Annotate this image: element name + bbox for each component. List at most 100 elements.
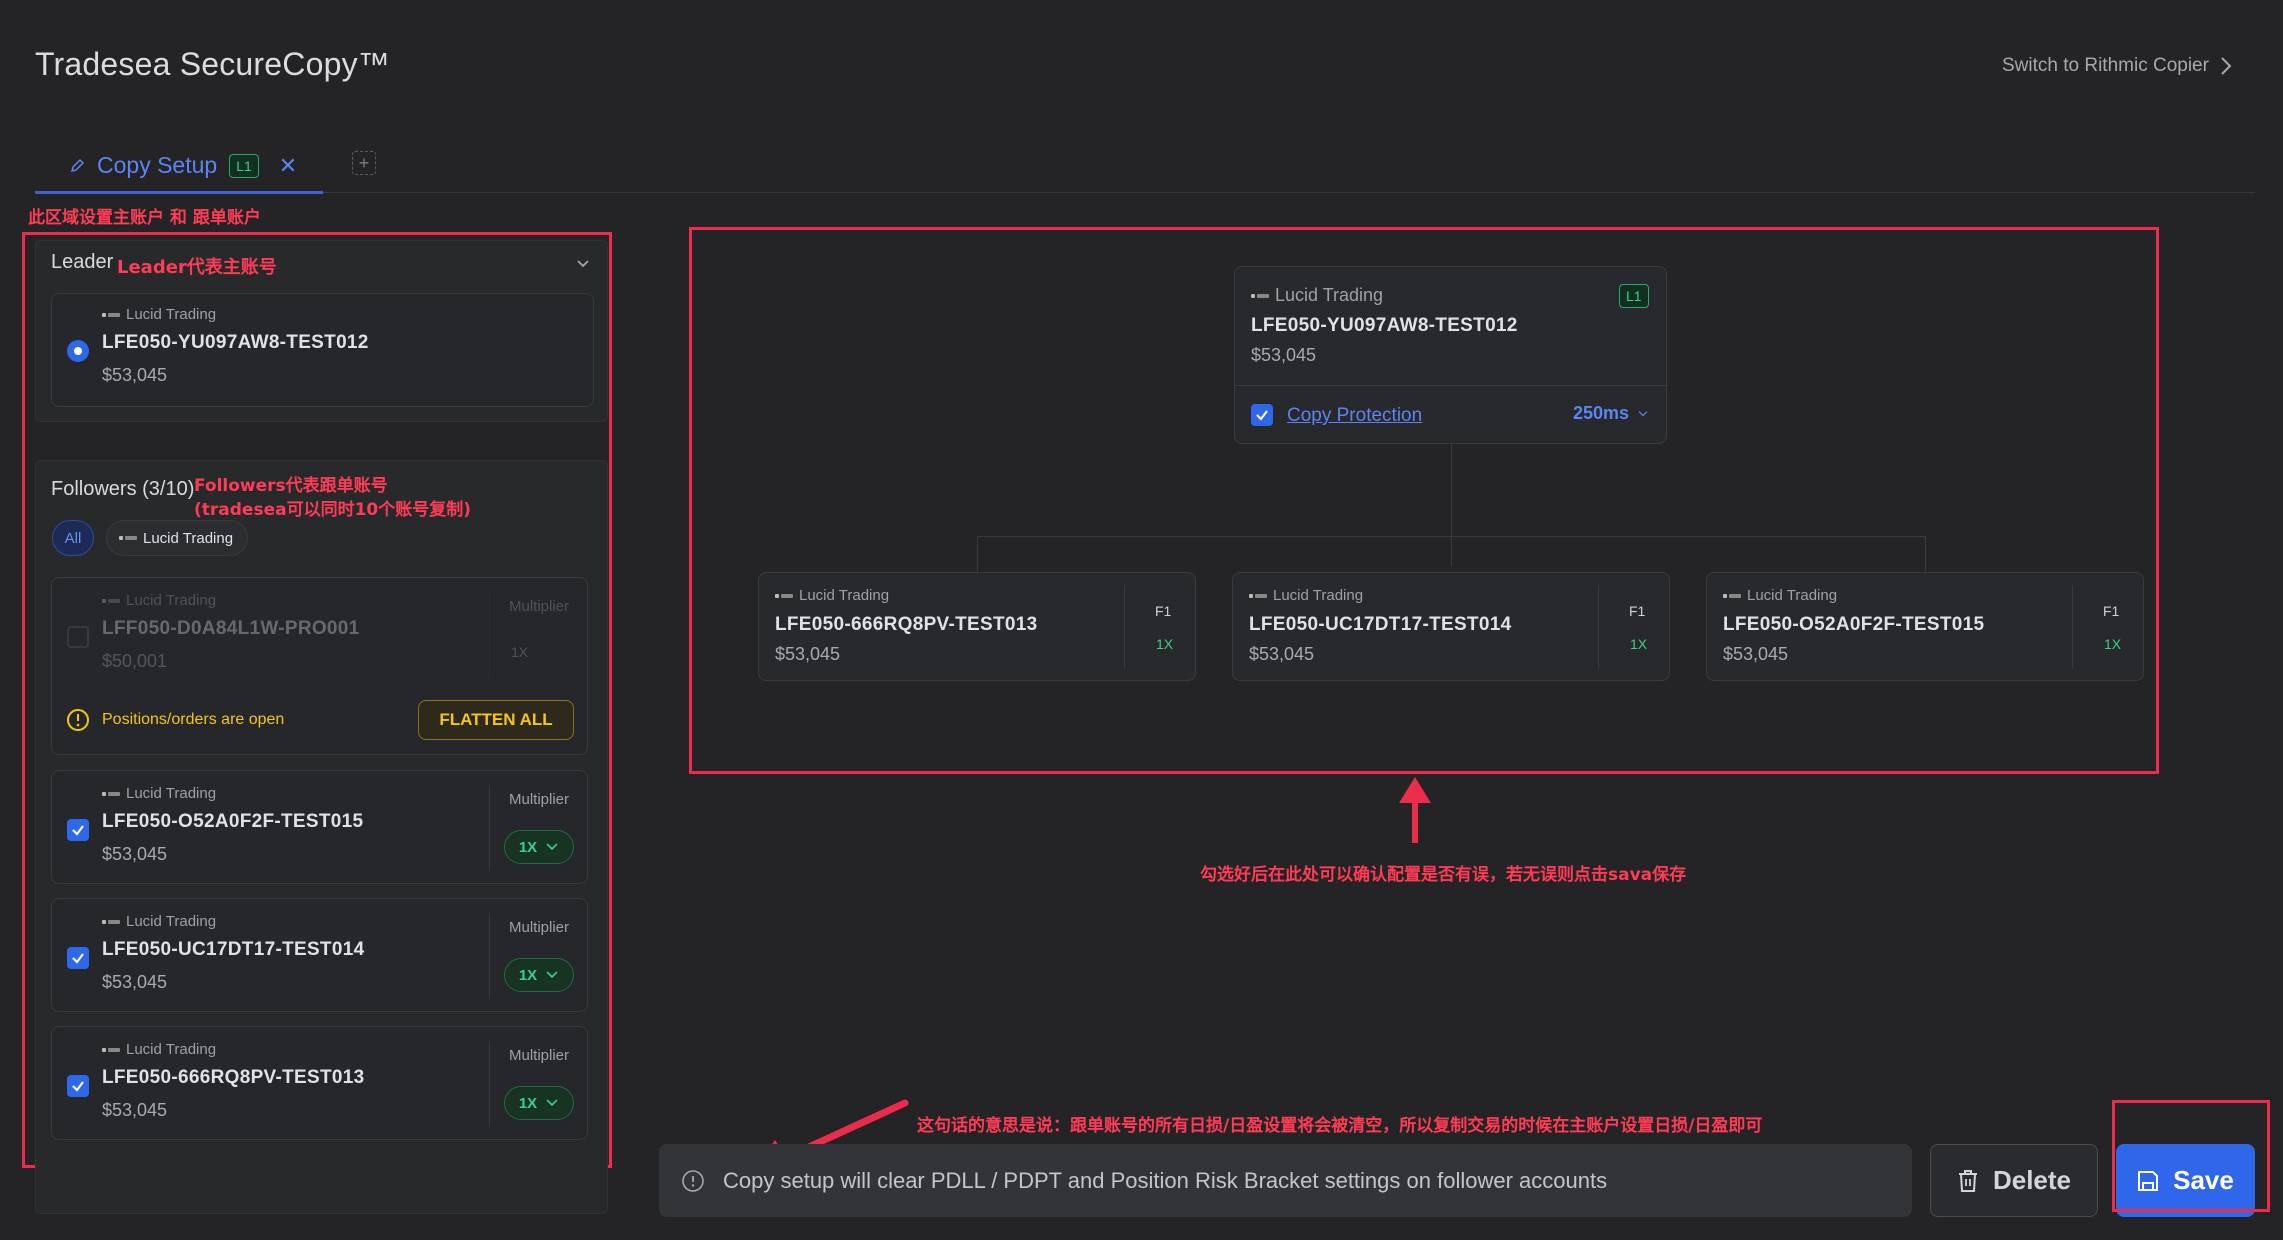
latency-select[interactable]: 250ms: [1573, 403, 1649, 424]
annotation-left-area: 此区域设置主账户 和 跟单账户: [28, 208, 261, 228]
follower-card[interactable]: Lucid Trading LFE050-666RQ8PV-TEST013 $5…: [51, 1026, 588, 1140]
annotation-box-save: [2112, 1100, 2270, 1212]
trash-icon: [1958, 1169, 1977, 1192]
broker-row: Lucid Trading: [1249, 587, 1363, 604]
follower-checkbox[interactable]: [67, 819, 89, 841]
add-tab-icon[interactable]: +: [352, 151, 376, 175]
diagram-follower-node: Lucid Trading LFE050-UC17DT17-TEST014 $5…: [1232, 572, 1670, 681]
annotation-followers-2: (tradesea可以同时10个账号复制): [194, 500, 471, 520]
broker-logo-icon: [102, 1046, 120, 1054]
annotation-confirm: 勾选好后在此处可以确认配置是否有误，若无误则点击sava保存: [1200, 865, 1687, 885]
filter-broker-chip[interactable]: Lucid Trading: [106, 520, 249, 556]
annotation-followers-1: Followers代表跟单账号: [194, 476, 388, 496]
tab-copy-setup[interactable]: Copy Setup L1 ✕: [35, 140, 323, 194]
follower-checkbox[interactable]: [67, 626, 89, 648]
broker-logo-icon: [102, 311, 120, 319]
chevron-down-icon: [546, 843, 558, 851]
broker-name: Lucid Trading: [126, 913, 217, 930]
broker-name: Lucid Trading: [1273, 587, 1364, 604]
close-icon[interactable]: ✕: [279, 153, 297, 179]
account-balance: $50,001: [102, 651, 168, 671]
broker-row: Lucid Trading: [1251, 285, 1383, 306]
broker-row: Lucid Trading: [102, 785, 216, 802]
follower-card[interactable]: Lucid Trading LFE050-O52A0F2F-TEST015 $5…: [51, 770, 588, 884]
broker-logo-icon: [1723, 592, 1741, 600]
chevron-down-icon: [546, 971, 558, 979]
multiplier-label: Multiplier: [509, 791, 570, 808]
diagram-follower-node: Lucid Trading LFE050-666RQ8PV-TEST013 $5…: [758, 572, 1196, 681]
chevron-down-icon: [546, 1099, 558, 1107]
leader-section-label: Leader: [51, 251, 114, 273]
delete-label: Delete: [1992, 1165, 2072, 1195]
account-name: LFE050-YU097AW8-TEST012: [1251, 315, 1518, 336]
leader-badge: L1: [1619, 284, 1649, 308]
broker-name: Lucid Trading: [126, 592, 217, 609]
annotation-leader: Leader代表主账号: [117, 257, 277, 278]
leader-account-card[interactable]: Lucid Trading LFE050-YU097AW8-TEST012 $5…: [51, 293, 594, 407]
tab-label: Copy Setup: [97, 152, 218, 178]
broker-name: Lucid Trading: [1747, 587, 1838, 604]
follower-badge: F1: [1155, 603, 1172, 619]
multiplier-value: 1X: [518, 1094, 538, 1112]
connector-line: [977, 536, 978, 572]
broker-logo-icon: [775, 592, 793, 600]
account-name: LFE050-UC17DT17-TEST014: [102, 939, 365, 960]
account-balance: $53,045: [1723, 644, 1789, 664]
broker-name: Lucid Trading: [126, 306, 217, 323]
multiplier-value: 1X: [518, 966, 538, 984]
flatten-all-button[interactable]: FLATTEN ALL: [418, 700, 574, 740]
account-balance: $53,045: [775, 644, 841, 664]
divider: [489, 785, 490, 871]
switch-link-label: Switch to Rithmic Copier: [2002, 55, 2209, 76]
broker-logo-icon: [1249, 592, 1267, 600]
follower-badge: F1: [2103, 603, 2120, 619]
copy-protection-link[interactable]: Copy Protection: [1287, 405, 1422, 427]
annotation-notice: 这句话的意思是说：跟单账号的所有日损/日盈设置将会被清空，所以复制交易的时候在主…: [917, 1116, 1763, 1136]
multiplier-label: Multiplier: [509, 919, 570, 936]
follower-card[interactable]: Lucid Trading LFE050-UC17DT17-TEST014 $5…: [51, 898, 588, 1012]
broker-row: Lucid Trading: [1723, 587, 1837, 604]
checkmark-icon: [72, 1081, 84, 1092]
account-name: LFE050-O52A0F2F-TEST015: [1723, 614, 1985, 635]
account-name: LFF050-D0A84L1W-PRO001: [102, 618, 360, 639]
follower-checkbox[interactable]: [67, 1075, 89, 1097]
checkmark-icon: [1256, 410, 1268, 421]
multiplier-select[interactable]: 1X: [504, 958, 574, 992]
multiplier-value: 1X: [518, 838, 538, 856]
risk-settings-notice: Copy setup will clear PDLL / PDPT and Po…: [659, 1144, 1912, 1217]
account-balance: $53,045: [102, 972, 168, 992]
leader-panel: Leader Leader代表主账号 Lucid Trading LFE050-…: [35, 240, 608, 422]
account-name: LFE050-O52A0F2F-TEST015: [102, 811, 364, 832]
broker-logo-icon: [1251, 292, 1269, 300]
diagram-follower-node: Lucid Trading LFE050-O52A0F2F-TEST015 $5…: [1706, 572, 2144, 681]
copy-protection-checkbox[interactable]: [1251, 404, 1273, 426]
connector-line: [977, 536, 1925, 537]
multiplier-select[interactable]: 1X: [504, 1086, 574, 1120]
account-balance: $53,045: [102, 1100, 168, 1120]
switch-to-rithmic-link[interactable]: Switch to Rithmic Copier: [2002, 55, 2233, 77]
filter-all-chip[interactable]: All: [52, 520, 94, 556]
broker-row: Lucid Trading: [102, 592, 216, 609]
account-name: LFE050-UC17DT17-TEST014: [1249, 614, 1512, 635]
broker-logo-icon: [102, 790, 120, 798]
multiplier-value: 1X: [1630, 636, 1648, 652]
divider: [1124, 585, 1125, 669]
divider: [2072, 585, 2073, 669]
leader-radio[interactable]: [67, 340, 89, 362]
follower-card[interactable]: Lucid Trading LFF050-D0A84L1W-PRO001 $50…: [51, 577, 588, 755]
tab-bar-divider: [35, 192, 2255, 193]
multiplier-select[interactable]: 1X: [504, 830, 574, 864]
broker-row: Lucid Trading: [102, 1041, 216, 1058]
broker-row: Lucid Trading: [102, 913, 216, 930]
chevron-right-icon: [2221, 57, 2232, 75]
multiplier-value[interactable]: 1X: [511, 644, 528, 660]
account-balance: $53,045: [102, 844, 168, 864]
delete-button[interactable]: Delete: [1930, 1144, 2098, 1217]
account-balance: $53,045: [1249, 644, 1315, 664]
info-circle-icon: [682, 1169, 704, 1192]
chevron-down-icon[interactable]: [576, 259, 590, 269]
notice-text: Copy setup will clear PDLL / PDPT and Po…: [723, 1167, 1608, 1193]
multiplier-value: 1X: [1156, 636, 1174, 652]
follower-checkbox[interactable]: [67, 947, 89, 969]
broker-name: Lucid Trading: [126, 1041, 217, 1058]
